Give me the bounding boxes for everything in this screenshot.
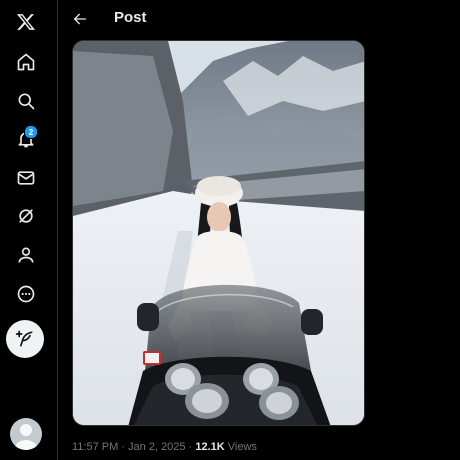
post-timestamp[interactable]: 11:57 PM · Jan 2, 2025 [72,441,186,453]
views-label: Views [227,441,257,453]
back-arrow-icon[interactable] [70,9,90,29]
notifications-badge: 2 [24,125,38,139]
sidebar-nav: 2 [0,0,58,460]
more-icon[interactable] [8,276,44,312]
grok-icon[interactable] [8,198,44,234]
messages-icon[interactable] [8,160,44,196]
views-count: 12.1K [195,441,225,453]
post-photo [73,41,364,425]
meta-separator: · [188,441,193,453]
post-meta: 11:57 PM · Jan 2, 2025 · 12.1K Views [72,441,257,453]
notifications-icon[interactable]: 2 [8,121,44,157]
compose-post-button[interactable] [6,320,44,358]
feather-plus-icon [15,330,33,347]
post-header: Post [58,0,460,38]
post-image[interactable] [72,40,365,426]
search-icon[interactable] [8,83,44,119]
home-icon[interactable] [8,44,44,80]
x-logo-icon[interactable] [8,4,44,40]
avatar[interactable] [10,418,42,450]
page-title: Post [114,9,147,26]
profile-icon[interactable] [8,237,44,273]
